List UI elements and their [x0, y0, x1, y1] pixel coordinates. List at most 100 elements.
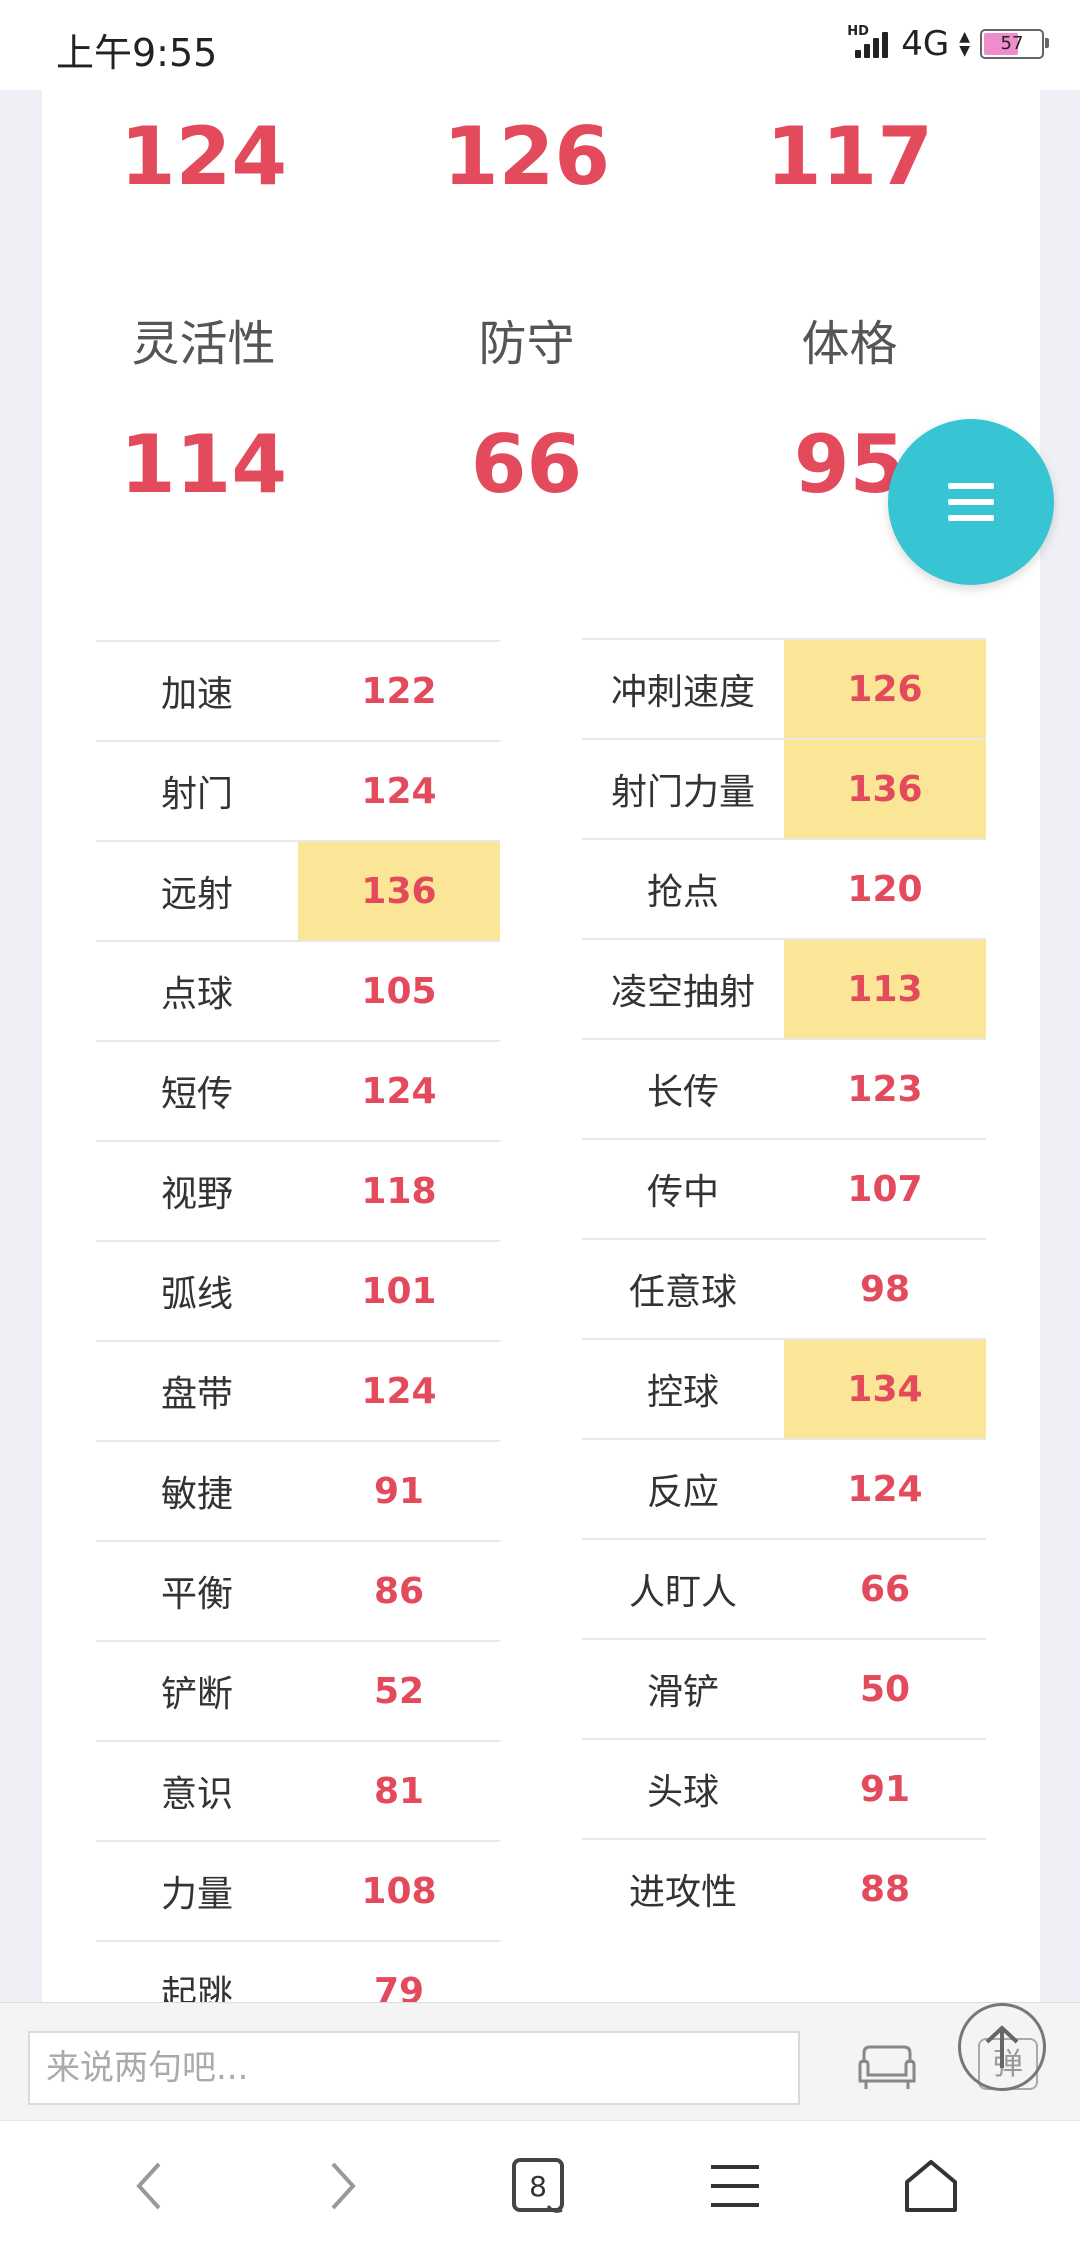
stat-category-label: 灵活性: [131, 316, 276, 372]
attribute-row: 远射 136: [96, 840, 500, 940]
attribute-value: 88: [859, 1868, 911, 1910]
back-icon: [136, 2162, 161, 2210]
attribute-row: 传中 107: [582, 1138, 986, 1238]
attribute-row: 弧线 101: [96, 1240, 500, 1340]
right-attribute-table: 冲刺速度 126 射门力量 136 抢点 120 凌空抽射 113 长传 123 传中 107 任意球 9…: [582, 638, 986, 1938]
attribute-row: 冲刺速度 126: [582, 638, 986, 738]
forward-button[interactable]: [308, 2151, 378, 2221]
attribute-value: 108: [361, 1870, 437, 1912]
browser-navbar: 8: [0, 2120, 1080, 2249]
attribute-row: 意识 81: [96, 1740, 500, 1840]
battery-icon: 57: [980, 29, 1049, 59]
home-button[interactable]: [896, 2151, 966, 2221]
attribute-row: 滑铲 50: [582, 1638, 986, 1738]
tabs-count: 8: [529, 2170, 547, 2203]
attribute-value: 81: [373, 1770, 425, 1812]
attribute-row: 平衡 86: [96, 1540, 500, 1640]
attribute-value: 134: [784, 1340, 986, 1438]
attribute-value: 122: [361, 670, 437, 712]
home-icon: [905, 2160, 957, 2212]
attribute-row: 反应 124: [582, 1438, 986, 1538]
attribute-value: 123: [847, 1068, 923, 1110]
attribute-value: 50: [859, 1668, 911, 1710]
sofa-icon[interactable]: [856, 2043, 918, 2091]
stat-category-label: 防守: [478, 316, 575, 372]
attribute-value: 126: [784, 640, 986, 738]
data-activity-icon: ▲ ▼: [959, 29, 970, 59]
attribute-name: 传中: [646, 1172, 719, 1213]
attribute-name: 弧线: [160, 1274, 233, 1315]
attribute-name: 滑铲: [646, 1672, 719, 1713]
stat-category-label: 体格: [801, 316, 898, 372]
attribute-name: 反应: [646, 1472, 719, 1513]
attribute-name: 射门: [160, 774, 233, 815]
attribute-row: 射门力量 136: [582, 738, 986, 838]
attribute-name: 控球: [646, 1372, 719, 1413]
network-type: 4G: [901, 24, 950, 64]
attribute-row: 头球 91: [582, 1738, 986, 1838]
signal-icon: HD: [847, 24, 891, 60]
attribute-row: 铲断 52: [96, 1640, 500, 1740]
attribute-row: 人盯人 66: [582, 1538, 986, 1638]
attribute-value: 107: [847, 1168, 923, 1210]
attribute-value: 98: [859, 1268, 911, 1310]
status-bar: 上午9:55 HD 4G ▲ ▼ 57: [0, 0, 1080, 90]
attribute-row: 敏捷 91: [96, 1440, 500, 1540]
attribute-row: 加速 122: [96, 640, 500, 740]
attribute-name: 任意球: [628, 1272, 737, 1313]
attribute-name: 意识: [160, 1774, 233, 1815]
attribute-name: 长传: [646, 1072, 719, 1113]
attribute-value: 105: [361, 970, 437, 1012]
stat-category-value: 66: [470, 418, 583, 511]
hd-label: HD: [847, 24, 869, 39]
attribute-name: 冲刺速度: [610, 672, 755, 713]
attribute-row: 任意球 98: [582, 1238, 986, 1338]
attribute-row: 力量 108: [96, 1840, 500, 1940]
attribute-value: 136: [784, 740, 986, 838]
menu-button[interactable]: [700, 2151, 770, 2221]
comment-input[interactable]: 来说两句吧...: [28, 2031, 800, 2105]
menu-lines-icon: [711, 2165, 759, 2207]
attribute-value: 86: [373, 1570, 425, 1612]
attribute-row: 射门 124: [96, 740, 500, 840]
attribute-value: 136: [298, 842, 500, 940]
top-values-row: 124 126 117: [42, 110, 1040, 203]
tabs-icon: 8: [512, 2158, 564, 2213]
player-stats-card: 124 126 117 灵活性 防守 体格 114 66 95 加速 122 射门 1…: [42, 90, 1040, 2015]
menu-icon: [948, 483, 994, 521]
floating-menu-button[interactable]: [888, 419, 1054, 585]
attribute-name: 凌空抽射: [610, 972, 755, 1013]
attribute-value: 101: [361, 1270, 437, 1312]
back-button[interactable]: [114, 2151, 184, 2221]
top-value: 117: [766, 110, 933, 203]
attribute-name: 铲断: [160, 1674, 233, 1715]
attribute-name: 敏捷: [160, 1474, 233, 1515]
scroll-top-button[interactable]: [958, 2003, 1046, 2091]
left-attribute-table: 加速 122 射门 124 远射 136 点球 105 短传 124 视野 118 弧线 101 盘带 124…: [96, 640, 500, 2040]
attribute-row: 抢点 120: [582, 838, 986, 938]
mid-labels-row: 灵活性 防守 体格: [42, 304, 1040, 374]
attribute-value: 124: [361, 1070, 437, 1112]
attribute-value: 118: [361, 1170, 437, 1212]
attribute-value: 66: [859, 1568, 911, 1610]
attribute-name: 视野: [160, 1174, 233, 1215]
attribute-value: 124: [361, 770, 437, 812]
top-value: 124: [120, 110, 287, 203]
attribute-name: 点球: [160, 974, 233, 1015]
battery-level: 57: [1000, 33, 1024, 54]
attribute-row: 长传 123: [582, 1038, 986, 1138]
top-value: 126: [443, 110, 610, 203]
attribute-row: 进攻性 88: [582, 1838, 986, 1938]
stat-category-value: 114: [120, 418, 287, 511]
forward-icon: [331, 2162, 356, 2210]
status-time: 上午9:55: [56, 31, 218, 75]
attribute-value: 91: [859, 1768, 911, 1810]
tabs-button[interactable]: 8: [505, 2151, 575, 2221]
attribute-name: 人盯人: [628, 1572, 737, 1613]
attribute-name: 射门力量: [610, 772, 755, 813]
attribute-row: 点球 105: [96, 940, 500, 1040]
attribute-name: 加速: [160, 674, 233, 715]
attribute-name: 平衡: [160, 1574, 233, 1615]
attribute-value: 113: [784, 940, 986, 1038]
scroll-top-icon: [985, 2025, 1019, 2068]
